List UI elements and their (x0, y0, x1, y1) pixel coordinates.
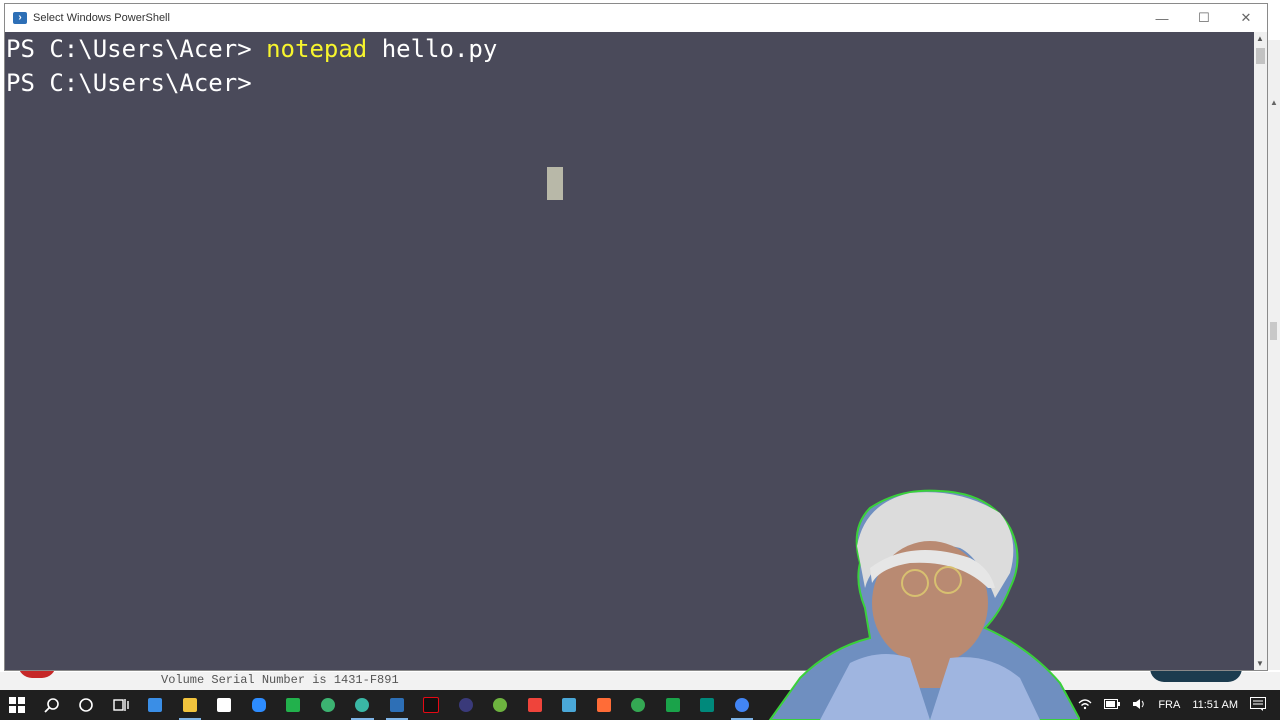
notifications-icon[interactable] (1250, 696, 1266, 714)
scroll-up-arrow-icon[interactable]: ▲ (1256, 34, 1264, 43)
mail-icon[interactable] (138, 690, 173, 720)
spring-icon[interactable] (483, 690, 518, 720)
start-icon[interactable] (0, 690, 35, 720)
wifi-icon[interactable] (1078, 698, 1092, 713)
system-tray: FRA 11:51 AM (1072, 690, 1280, 720)
anydesk-icon[interactable] (518, 690, 553, 720)
scroll-thumb[interactable] (1256, 48, 1265, 64)
edge-icon[interactable] (345, 690, 380, 720)
netflix-icon[interactable] (414, 690, 449, 720)
background-status-text: Volume Serial Number is 1431-F891 (161, 673, 399, 687)
command-args: hello.py (367, 35, 498, 63)
green-app-icon[interactable] (276, 690, 311, 720)
prompt-text: PS C:\Users\Acer> (6, 35, 267, 63)
clock[interactable]: 11:51 AM (1192, 699, 1238, 711)
scroll-up-arrow-icon[interactable]: ▲ (1270, 98, 1278, 107)
taskbar: FRA 11:51 AM (0, 690, 1280, 720)
webcam-presenter-image (768, 489, 1080, 720)
chrome-2-icon[interactable] (725, 690, 760, 720)
minimize-button[interactable]: — (1141, 4, 1183, 32)
window-controls: — ☐ ✕ (1141, 4, 1267, 32)
maximize-button[interactable]: ☐ (1183, 4, 1225, 32)
language-indicator[interactable]: FRA (1158, 699, 1180, 711)
cortana-icon[interactable] (69, 690, 104, 720)
zoom-icon[interactable] (242, 690, 277, 720)
title-bar[interactable]: › Select Windows PowerShell — ☐ ✕ (5, 4, 1267, 32)
eclipse-icon[interactable] (449, 690, 484, 720)
window-title: Select Windows PowerShell (33, 12, 170, 24)
command-text: notepad (266, 35, 368, 63)
postman-icon[interactable] (587, 690, 622, 720)
file-explorer-icon[interactable] (173, 690, 208, 720)
search-icon[interactable] (35, 690, 70, 720)
volume-icon[interactable] (1132, 698, 1146, 713)
task-view-icon[interactable] (104, 690, 139, 720)
console-line: PS C:\Users\Acer> notepad hello.py (6, 32, 497, 66)
background-scrollbar[interactable]: ▲ (1266, 40, 1280, 670)
battery-icon[interactable] (1104, 698, 1121, 712)
chrome-icon[interactable] (621, 690, 656, 720)
skype-s-icon[interactable] (552, 690, 587, 720)
console-line: PS C:\Users\Acer> (6, 66, 252, 100)
console-scrollbar[interactable]: ▲ ▼ (1254, 32, 1267, 670)
green-square-icon[interactable] (656, 690, 691, 720)
store-icon[interactable] (207, 690, 242, 720)
prompt-text: PS C:\Users\Acer> (6, 69, 252, 97)
camera-icon[interactable] (311, 690, 346, 720)
scroll-down-arrow-icon[interactable]: ▼ (1256, 659, 1264, 668)
background-scroll-thumb[interactable] (1270, 322, 1277, 340)
text-cursor (547, 167, 563, 200)
powershell-icon[interactable] (380, 690, 415, 720)
powershell-icon: › (13, 12, 27, 24)
close-button[interactable]: ✕ (1225, 4, 1267, 32)
meet-icon[interactable] (690, 690, 725, 720)
